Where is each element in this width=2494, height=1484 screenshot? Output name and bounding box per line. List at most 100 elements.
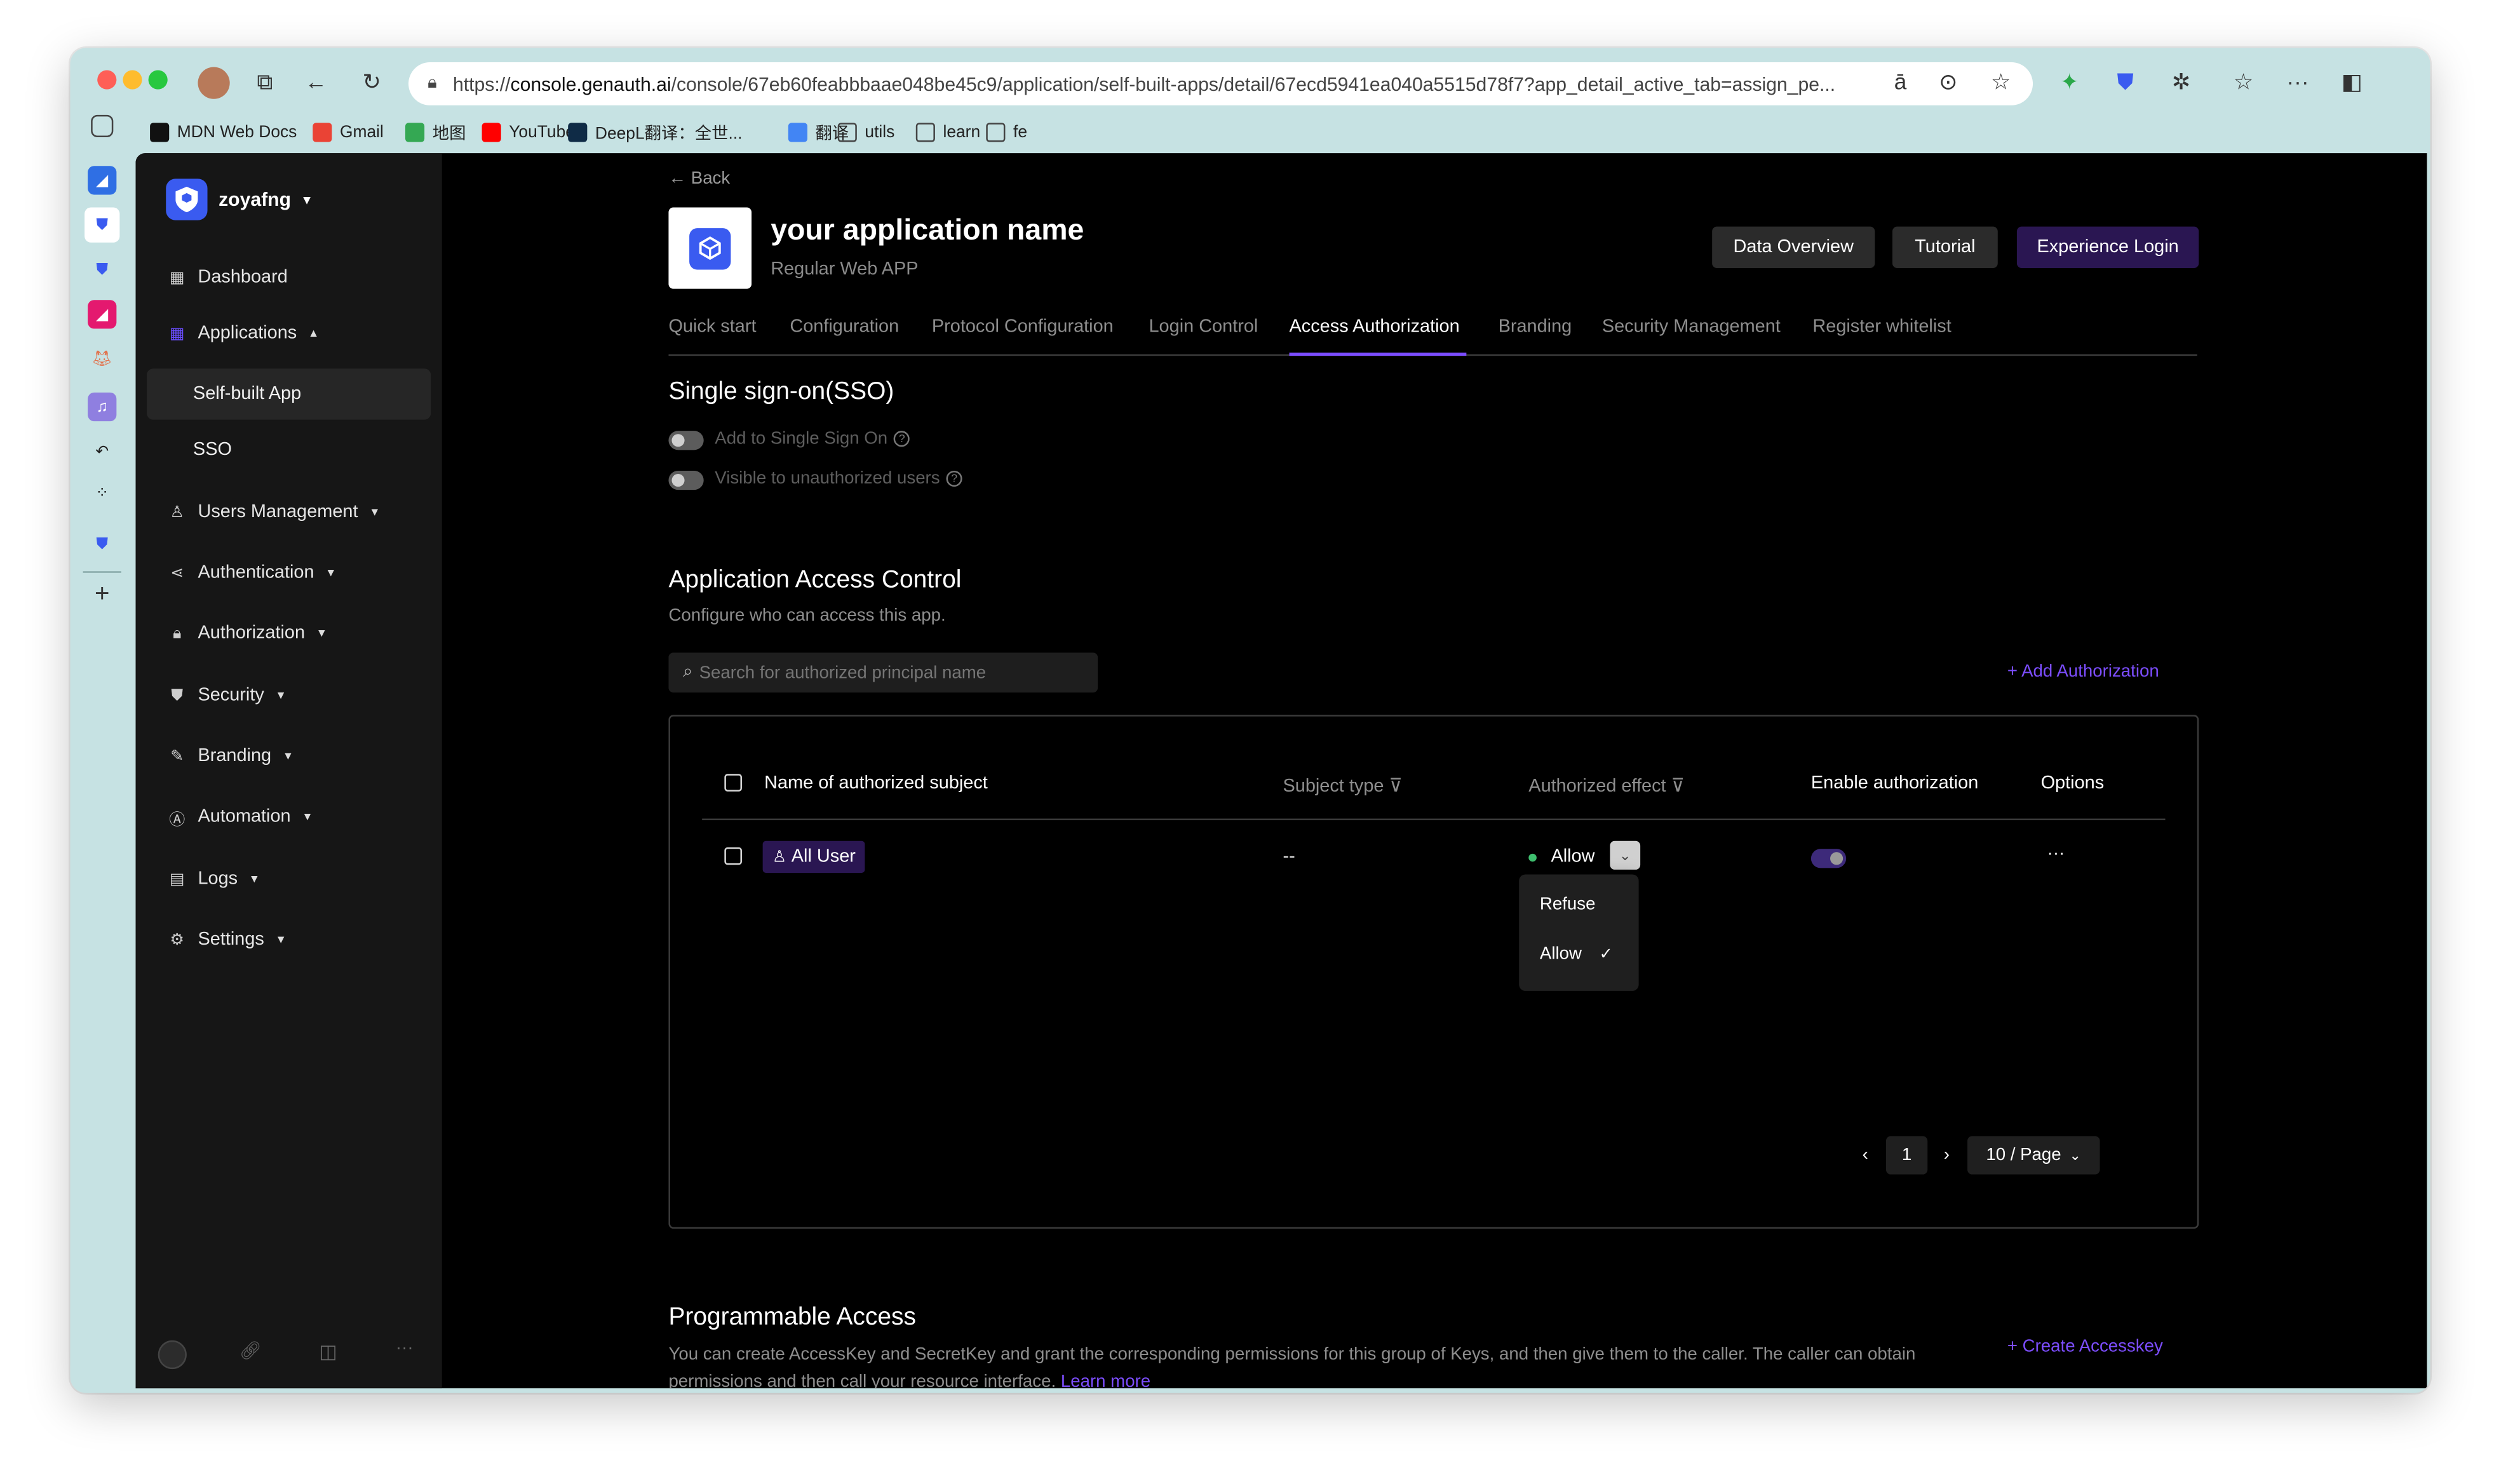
page-size-select[interactable]: 10 / Page ⌄ xyxy=(1967,1136,2100,1175)
folder-icon xyxy=(986,123,1006,142)
extension-icon[interactable]: ✦ xyxy=(2055,67,2084,95)
tab-protocol-configuration[interactable]: Protocol Configuration xyxy=(932,318,1114,337)
help-icon[interactable]: ? xyxy=(894,431,910,447)
column-header-effect[interactable]: Authorized effect ⊽ xyxy=(1528,774,1684,796)
chevron-down-icon: ▼ xyxy=(300,192,313,207)
sidebar-subitem-sso[interactable]: SSO xyxy=(147,424,431,475)
profile-avatar[interactable] xyxy=(198,67,230,99)
favorite-star-icon[interactable]: ☆ xyxy=(1986,67,2015,95)
app-name: your application name xyxy=(771,212,1084,246)
help-icon[interactable]: ? xyxy=(946,470,962,487)
back-nav-icon[interactable]: ← xyxy=(302,67,330,95)
link-icon[interactable]: 🔗︎ xyxy=(239,1340,262,1361)
learn-more-link[interactable]: Learn more xyxy=(1061,1372,1150,1388)
experience-login-button[interactable]: Experience Login xyxy=(2016,226,2199,268)
bookmark-5[interactable]: DeepL翻译：全世... xyxy=(568,118,742,147)
row-options-menu[interactable]: ··· xyxy=(2047,844,2065,863)
vertical-tab-strip: ◢ ⛊ ⛊ ◢ 🦊︎ ♫ ↶ ⁘ ⛊ + xyxy=(71,114,136,1393)
docs-icon[interactable]: ◫ xyxy=(319,1340,337,1363)
sidebar-item-dashboard[interactable]: ▦ Dashboard xyxy=(136,252,442,303)
favorites-icon[interactable]: ☆ xyxy=(2229,67,2258,95)
bookmark-4[interactable]: YouTube xyxy=(482,118,575,147)
tab-security-management[interactable]: Security Management xyxy=(1602,318,1781,337)
tab-favicon-8[interactable]: ⁘ xyxy=(88,479,116,508)
read-aloud-icon[interactable]: ā xyxy=(1886,67,1915,95)
enable-switch[interactable] xyxy=(1810,849,1847,868)
close-window-button[interactable] xyxy=(97,70,117,90)
sidebar-item-logs[interactable]: ▤ Logs ▼ xyxy=(136,854,442,905)
create-accesskey-link[interactable]: + Create Accesskey xyxy=(2007,1337,2163,1356)
row-checkbox[interactable] xyxy=(724,847,742,865)
bookmark-1[interactable]: MDN Web Docs xyxy=(150,118,297,147)
sidebar-toggle-icon[interactable]: ◧ xyxy=(2338,67,2366,95)
tab-favicon-1[interactable]: ◢ xyxy=(88,166,117,195)
folder-icon xyxy=(915,123,935,142)
column-header-type[interactable]: Subject type ⊽ xyxy=(1283,774,1402,796)
settings-more-icon[interactable]: ··· xyxy=(2283,67,2312,95)
minimize-window-button[interactable] xyxy=(123,70,142,90)
bookmark-9[interactable]: fe xyxy=(986,118,1027,147)
sidebar-item-applications[interactable]: ▦ Applications ▲ xyxy=(136,308,442,359)
add-authorization-link[interactable]: + Add Authorization xyxy=(2007,662,2159,681)
tab-login-control[interactable]: Login Control xyxy=(1149,318,1258,337)
sidebar-item-users-management[interactable]: ♙ Users Management ▼ xyxy=(136,487,442,537)
next-page-button[interactable]: › xyxy=(1934,1136,1959,1174)
dropdown-option-refuse[interactable]: Refuse xyxy=(1540,895,1596,914)
sidebar-item-label: Authentication xyxy=(198,563,314,583)
sidebar-item-settings[interactable]: ⚙ Settings ▼ xyxy=(136,914,442,965)
select-all-checkbox[interactable] xyxy=(724,774,742,792)
gear-icon: ⚙ xyxy=(170,931,185,949)
back-link[interactable]: ← Back xyxy=(668,169,730,188)
url-prefix: https:// xyxy=(452,72,511,95)
tutorial-button[interactable]: Tutorial xyxy=(1892,226,1998,268)
workspace-switcher[interactable]: zoyafng ▼ xyxy=(166,179,313,220)
filter-icon[interactable]: ⊽ xyxy=(1389,777,1403,796)
access-title: Application Access Control xyxy=(668,566,962,594)
sidebar-item-automation[interactable]: Ⓐ Automation ▼ xyxy=(136,792,442,842)
sidebar-item-authentication[interactable]: ⋖ Authentication ▼ xyxy=(136,548,442,598)
address-bar[interactable]: 🔒︎ https://console.genauth.ai/console/67… xyxy=(408,62,2033,105)
bookmark-8[interactable]: learn xyxy=(915,118,980,147)
maximize-window-button[interactable] xyxy=(148,70,168,90)
search-input[interactable] xyxy=(699,663,1074,682)
bookmark-7[interactable]: utils xyxy=(837,118,894,147)
tab-access-authorization[interactable]: Access Authorization xyxy=(1290,318,1460,337)
bookmark-2[interactable]: Gmail xyxy=(313,118,384,147)
gitlab-icon[interactable]: 🦊︎ xyxy=(88,345,116,374)
folder-icon xyxy=(837,123,857,142)
tabs-icon[interactable]: ⧉ xyxy=(250,67,279,95)
data-overview-button[interactable]: Data Overview xyxy=(1712,226,1875,268)
sidebar-item-label: Settings xyxy=(198,930,264,950)
tab-actions-icon[interactable] xyxy=(91,114,114,138)
effect-select-chevron[interactable]: ⌄ xyxy=(1610,840,1641,870)
tab-favicon-9[interactable]: ⛊ xyxy=(88,530,116,558)
music-icon[interactable]: ♫ xyxy=(88,392,117,422)
new-tab-icon[interactable]: + xyxy=(88,581,116,609)
prev-page-button[interactable]: ‹ xyxy=(1852,1136,1878,1174)
sidebar-item-security[interactable]: ⛊ Security ▼ xyxy=(136,670,442,721)
sidebar-subitem-self-built-app[interactable]: Self-built App xyxy=(147,368,431,420)
authorization-table: Name of authorized subject Subject type … xyxy=(668,715,2199,1229)
tab-register-whitelist[interactable]: Register whitelist xyxy=(1812,318,1951,337)
bookmark-3[interactable]: 地图 xyxy=(405,118,466,147)
more-icon[interactable]: ··· xyxy=(396,1339,414,1358)
page-number-1[interactable]: 1 xyxy=(1885,1136,1928,1175)
sidebar-item-branding[interactable]: ✎ Branding ▼ xyxy=(136,731,442,781)
tab-favicon-active[interactable]: ⛊ xyxy=(84,207,120,243)
tab-quick-start[interactable]: Quick start xyxy=(668,318,756,337)
user-avatar[interactable] xyxy=(158,1340,187,1370)
tab-branding[interactable]: Branding xyxy=(1499,318,1572,337)
visibility-toggle[interactable] xyxy=(668,470,704,490)
tab-favicon-4[interactable]: ◢ xyxy=(88,300,117,329)
sso-toggle[interactable] xyxy=(668,431,704,450)
dropdown-option-allow[interactable]: Allow ✓ xyxy=(1540,945,1613,964)
reload-icon[interactable]: ↻ xyxy=(358,67,386,95)
genauth-extension-icon[interactable]: ⛊ xyxy=(2111,67,2140,95)
sidebar-item-authorization[interactable]: 🔒︎ Authorization ▼ xyxy=(136,608,442,659)
tab-favicon-7[interactable]: ↶ xyxy=(88,437,116,466)
filter-icon[interactable]: ⊽ xyxy=(1671,777,1685,796)
extensions-puzzle-icon[interactable]: ✲ xyxy=(2167,67,2195,95)
tab-favicon-3[interactable]: ⛊ xyxy=(88,255,116,284)
more-tools-icon[interactable]: ⊙ xyxy=(1934,67,1962,95)
tab-configuration[interactable]: Configuration xyxy=(790,318,899,337)
